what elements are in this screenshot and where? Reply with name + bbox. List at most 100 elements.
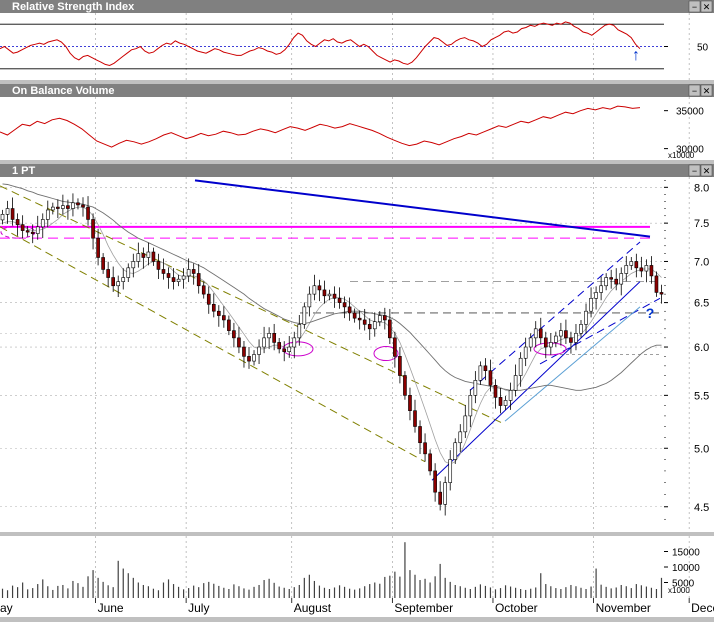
- candle-body: [196, 273, 201, 287]
- candle-body: [433, 470, 437, 493]
- volume-plot-area: [0, 536, 664, 598]
- rsi-up-arrow: ↑: [632, 47, 640, 64]
- price-tick-label: 7.0: [694, 256, 709, 268]
- candle-body: [599, 285, 603, 293]
- candle-body: [468, 395, 473, 417]
- candle-body: [518, 357, 523, 376]
- candle-body: [186, 269, 191, 277]
- candle-body: [86, 206, 90, 220]
- candle-body: [111, 277, 115, 287]
- candle-body: [423, 442, 427, 455]
- price-tick-label: 8.0: [694, 182, 709, 194]
- candle-body: [403, 375, 407, 396]
- candle-body: [584, 310, 588, 325]
- volume-tick-label: 10000: [672, 563, 700, 574]
- candle-body: [146, 251, 151, 258]
- candle-body: [543, 337, 548, 348]
- candle-body: [413, 410, 417, 427]
- candle-body: [15, 219, 20, 225]
- candle-body: [292, 337, 297, 348]
- candle-body: [91, 219, 95, 239]
- candle-body: [282, 348, 287, 352]
- candle-body: [347, 306, 352, 314]
- x-axis-label: ay: [0, 601, 13, 615]
- x-axis-label: August: [294, 601, 332, 615]
- volume-unit-note: x1000: [668, 586, 690, 595]
- candle-body: [619, 273, 624, 285]
- obv-panel: On Balance Volume − ✕ 3500030000 x10000: [0, 84, 714, 160]
- x-axis-label: November: [596, 601, 651, 615]
- candle-body: [574, 333, 578, 343]
- candle-body: [438, 491, 442, 505]
- candle-body: [639, 267, 644, 272]
- candle-body: [443, 482, 447, 505]
- candle-body: [604, 277, 608, 287]
- price-tick-label: 6.5: [694, 298, 709, 310]
- candle-body: [141, 253, 146, 258]
- candle-body: [609, 277, 613, 280]
- candle-body: [342, 302, 347, 308]
- x-axis-label: July: [188, 601, 209, 615]
- x-axis-label: September: [394, 601, 453, 615]
- candle-body: [362, 319, 367, 325]
- candle-body: [76, 202, 80, 206]
- candle-body: [654, 275, 659, 293]
- candle-body: [337, 298, 342, 303]
- candle-body: [594, 292, 598, 299]
- price-tick-label: 5.5: [694, 390, 709, 402]
- candle-body: [96, 237, 100, 258]
- x-axis-label: June: [98, 601, 124, 615]
- candle-body: [478, 365, 483, 381]
- candle-body: [312, 285, 317, 295]
- candle-body: [0, 214, 5, 221]
- candle-body: [589, 298, 593, 312]
- chart-window: Relative Strength Index − ✕ 50 ↑ On Bala…: [0, 0, 714, 617]
- candle-body: [81, 204, 85, 208]
- candle-body: [71, 202, 75, 209]
- candle-body: [267, 333, 271, 339]
- price-panel: 1 PT − ✕ 8.0 7.5 7.0 6.5 6.0 5.5 5.0 4.5 ?: [0, 164, 714, 532]
- candle-body: [614, 278, 619, 285]
- price-min-glyph: −: [692, 166, 697, 176]
- candle-body: [554, 335, 558, 343]
- rsi-min-glyph: −: [692, 2, 697, 12]
- candle-body: [458, 431, 463, 444]
- candle-body: [40, 219, 45, 228]
- volume-tick-label: 15000: [672, 548, 700, 559]
- volume-panel: 15000100005000 x1000: [0, 536, 714, 598]
- candle-body: [649, 265, 654, 277]
- candle-body: [232, 330, 236, 339]
- obv-title: On Balance Volume: [12, 85, 115, 97]
- candle-body: [106, 269, 110, 278]
- candle-body: [45, 209, 50, 220]
- candle-body: [171, 277, 176, 282]
- candle-body: [272, 333, 276, 343]
- candle-body: [488, 370, 493, 386]
- candle-body: [206, 293, 211, 305]
- candle-body: [136, 253, 141, 262]
- candle-body: [493, 385, 498, 398]
- candle-body: [10, 208, 15, 220]
- candle-body: [126, 267, 131, 278]
- candle-body: [297, 324, 302, 339]
- candle-body: [56, 206, 60, 209]
- candle-body: [287, 346, 292, 352]
- candle-body: [252, 354, 256, 362]
- price-tick-label: 5.0: [694, 443, 709, 455]
- candle-body: [549, 342, 553, 348]
- rsi-close-glyph: ✕: [703, 2, 711, 12]
- candle-body: [121, 277, 126, 282]
- candle-body: [322, 289, 327, 297]
- candle-body: [538, 328, 543, 339]
- candle-body: [166, 273, 171, 278]
- price-titlebar[interactable]: [0, 164, 714, 177]
- candle-body: [222, 315, 226, 321]
- candle-body: [569, 337, 573, 343]
- candle-body: [428, 453, 432, 472]
- candle-body: [5, 208, 10, 215]
- candle-body: [498, 397, 503, 406]
- x-axis-label: October: [495, 601, 538, 615]
- candle-body: [302, 306, 307, 325]
- candle-body: [528, 337, 533, 348]
- candle-body: [398, 356, 402, 376]
